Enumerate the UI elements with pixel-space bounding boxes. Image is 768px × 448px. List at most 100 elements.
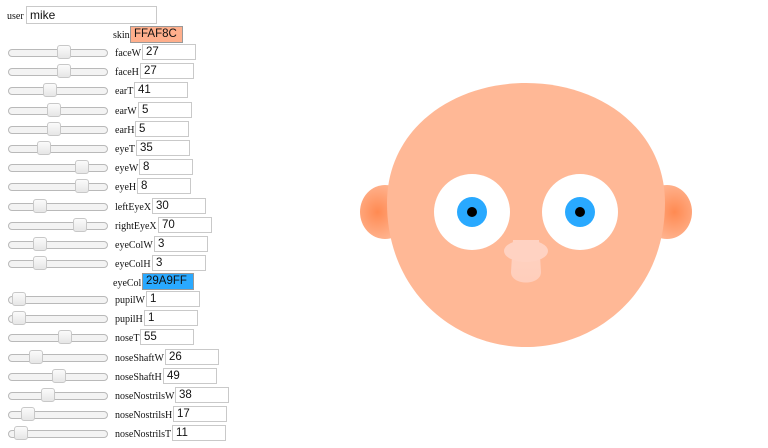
control-row-eyecolw: eyeColW 3: [0, 236, 240, 255]
faceh-slider[interactable]: [8, 64, 108, 79]
control-row-eyet: eyeT 35: [0, 140, 240, 159]
control-row-righteyex: rightEyeX 70: [0, 216, 240, 236]
eye-color-input[interactable]: 29A9FF: [142, 273, 194, 290]
lefteyex-value-input[interactable]: 30: [152, 197, 206, 214]
user-label: user: [7, 11, 24, 22]
faceh-label: faceH: [115, 67, 139, 79]
eyew-slider[interactable]: [8, 160, 108, 175]
control-row-nosenostrilsh: noseNostrilsH 17: [0, 406, 240, 425]
control-row-earh: earH 5: [0, 120, 240, 140]
eart-value-input[interactable]: 41: [134, 82, 188, 99]
slider-thumb[interactable]: [20, 407, 35, 422]
eyew-value-input[interactable]: 8: [139, 159, 193, 176]
slider-thumb[interactable]: [74, 179, 89, 194]
control-row-eart: earT 41: [0, 82, 240, 101]
slider-thumb[interactable]: [74, 160, 89, 175]
nosenostrilst-slider[interactable]: [8, 426, 108, 441]
slider-thumb[interactable]: [33, 256, 48, 271]
noset-label: noseT: [115, 333, 140, 345]
face-preview: [360, 83, 692, 347]
eyecolw-value-input[interactable]: 3: [154, 236, 208, 252]
control-row-pupilw: pupilW 1: [0, 291, 240, 310]
eyecolw-label: eyeColW: [115, 240, 153, 251]
slider-thumb[interactable]: [56, 64, 71, 79]
head: [387, 83, 665, 347]
eart-slider[interactable]: [8, 83, 108, 98]
earw-value-input[interactable]: 5: [138, 101, 192, 118]
nosenostrilst-value-input[interactable]: 11: [172, 425, 226, 442]
control-row-earw: earW 5: [0, 101, 240, 121]
eyecol-label: eyeCol: [113, 278, 142, 289]
noseshafth-label: noseShaftH: [115, 371, 162, 383]
user-input[interactable]: mike: [26, 6, 157, 24]
control-row-lefteyex: leftEyeX 30: [0, 197, 240, 217]
control-row-faceh: faceH 27: [0, 63, 240, 82]
slider-thumb[interactable]: [13, 426, 28, 441]
skin-label: skin: [113, 30, 130, 41]
noset-value-input[interactable]: 55: [140, 329, 194, 346]
facew-slider[interactable]: [8, 45, 108, 59]
pupilh-value-input[interactable]: 1: [144, 310, 198, 327]
noset-slider[interactable]: [8, 330, 108, 345]
righteyex-slider[interactable]: [8, 217, 108, 232]
slider-thumb[interactable]: [72, 217, 87, 232]
eyeh-label: eyeH: [115, 182, 137, 194]
eyecolh-slider[interactable]: [8, 256, 108, 271]
noseshafth-value-input[interactable]: 49: [163, 367, 217, 384]
control-row-noset: noseT 55: [0, 329, 240, 348]
noseshafth-slider[interactable]: [8, 368, 108, 383]
eyecolh-value-input[interactable]: 3: [152, 255, 206, 272]
lefteyex-slider[interactable]: [8, 198, 108, 213]
eyet-slider[interactable]: [8, 141, 108, 155]
eyecolw-slider[interactable]: [8, 237, 108, 251]
earh-slider[interactable]: [8, 121, 108, 136]
slider-thumb[interactable]: [11, 311, 26, 326]
control-row-eyew: eyeW 8: [0, 159, 240, 178]
skin-color-input[interactable]: FFAF8C: [130, 26, 183, 43]
nosenostrilsw-slider[interactable]: [8, 388, 108, 402]
noseshaftw-value-input[interactable]: 26: [165, 348, 219, 365]
nose-shaft: [511, 240, 541, 283]
faceh-value-input[interactable]: 27: [140, 63, 194, 80]
eyeh-slider[interactable]: [8, 179, 108, 194]
eyet-value-input[interactable]: 35: [136, 140, 190, 156]
nosenostrilsh-value-input[interactable]: 17: [173, 406, 227, 423]
eyet-label: eyeT: [115, 144, 135, 155]
slider-thumb[interactable]: [51, 368, 66, 383]
nosenostrilsw-value-input[interactable]: 38: [175, 387, 229, 403]
slider-thumb[interactable]: [57, 330, 72, 345]
slider-thumb[interactable]: [43, 83, 58, 98]
control-row-nosenostrilst: noseNostrilsT 11: [0, 425, 240, 444]
right-pupil: [575, 207, 585, 217]
slider-thumb[interactable]: [41, 388, 56, 402]
nosenostrilst-label: noseNostrilsT: [115, 429, 172, 441]
righteyex-value-input[interactable]: 70: [158, 216, 212, 233]
slider-thumb[interactable]: [56, 45, 71, 59]
pupilw-slider[interactable]: [8, 292, 108, 306]
pupilh-label: pupilH: [115, 314, 143, 326]
noseshaftw-slider[interactable]: [8, 349, 108, 364]
slider-thumb[interactable]: [33, 237, 48, 251]
nosenostrilsh-label: noseNostrilsH: [115, 410, 173, 422]
slider-thumb[interactable]: [29, 349, 44, 364]
lefteyex-label: leftEyeX: [115, 201, 152, 213]
slider-thumb[interactable]: [33, 198, 48, 213]
earh-value-input[interactable]: 5: [135, 120, 189, 137]
earh-label: earH: [115, 124, 135, 136]
eyecolh-label: eyeColH: [115, 259, 151, 271]
control-row-noseshafth: noseShaftH 49: [0, 367, 240, 387]
eyeh-value-input[interactable]: 8: [137, 178, 191, 195]
slider-thumb[interactable]: [11, 292, 26, 306]
control-row-noseshaftw: noseShaftW 26: [0, 348, 240, 368]
control-row-facew: faceW 27: [0, 44, 240, 63]
noseshaftw-label: noseShaftW: [115, 352, 164, 364]
slider-thumb[interactable]: [37, 141, 52, 155]
pupilh-slider[interactable]: [8, 311, 108, 326]
nosenostrilsh-slider[interactable]: [8, 407, 108, 422]
pupilw-value-input[interactable]: 1: [146, 291, 200, 307]
earw-slider[interactable]: [8, 102, 108, 117]
slider-thumb[interactable]: [47, 102, 62, 117]
earw-label: earW: [115, 105, 137, 117]
slider-thumb[interactable]: [47, 121, 62, 136]
facew-value-input[interactable]: 27: [142, 44, 196, 60]
